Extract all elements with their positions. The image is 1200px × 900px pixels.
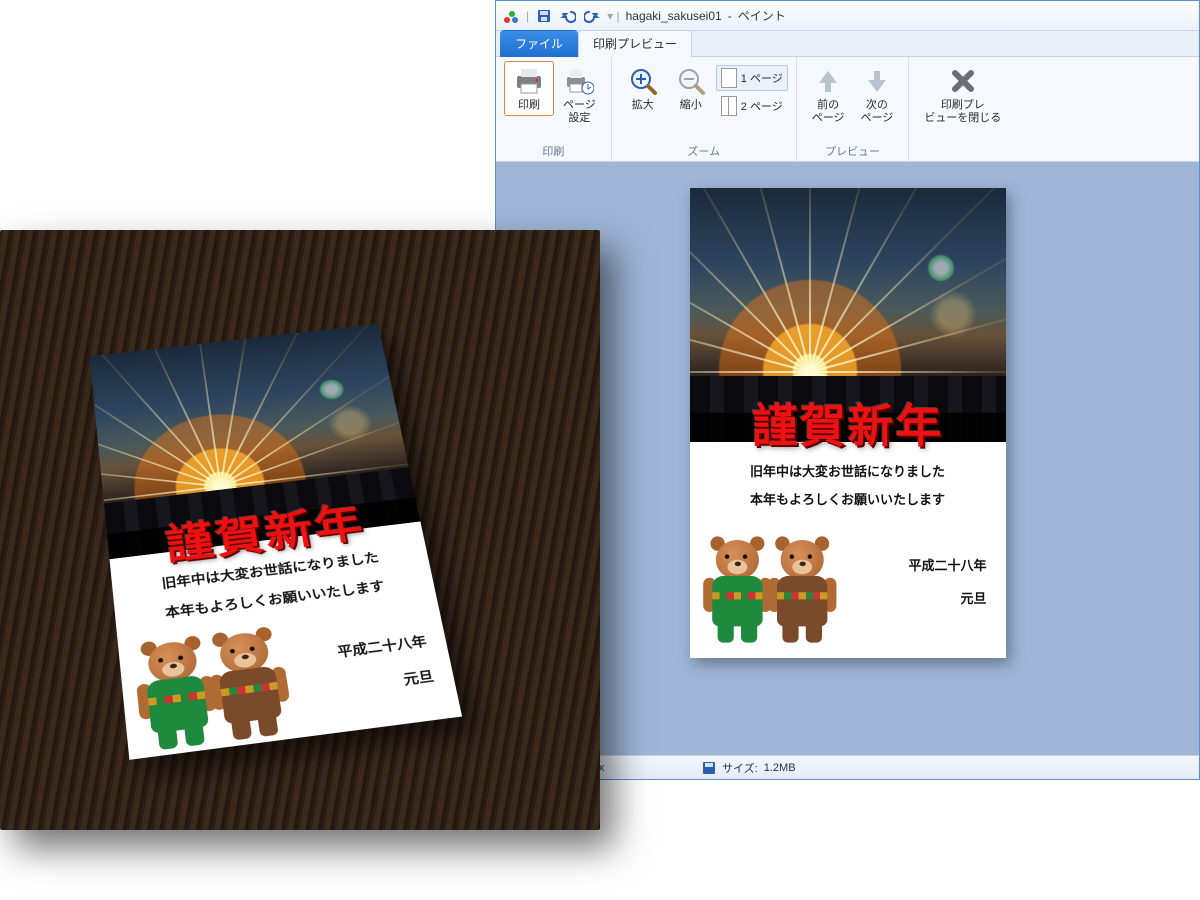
card-message-2: 本年もよろしくお願いいたします — [690, 489, 1006, 508]
next-page-button[interactable]: 次の ページ — [854, 61, 901, 129]
ribbon-group-zoom: 拡大 縮小 1 ページ 2 ページ — [612, 57, 797, 161]
card-message-1: 旧年中は大変お世話になりました — [690, 461, 1006, 480]
preview-area[interactable]: 謹賀新年 旧年中は大変お世話になりました 本年もよろしくお願いいたします 平成二… — [496, 162, 1199, 755]
prev-page-label: 前の ページ — [812, 99, 845, 125]
title-doc: hagaki_sakusei01 — [626, 9, 722, 23]
lens-flare — [325, 403, 376, 444]
printer-icon — [513, 65, 545, 97]
save-icon — [702, 761, 716, 775]
tabstrip: ファイル 印刷プレビュー — [496, 31, 1199, 57]
next-page-label: 次の ページ — [861, 99, 894, 125]
close-preview-button[interactable]: 印刷プレ ビューを閉じる — [917, 61, 1008, 129]
ribbon-group-close: 印刷プレ ビューを閉じる — [909, 57, 1016, 161]
lens-flare — [929, 290, 977, 338]
bear-brown — [770, 540, 835, 639]
card-date-line1: 平成二十八年 — [336, 631, 428, 661]
printed-photo: 謹賀新年 旧年中は大変お世話になりました 本年もよろしくお願いいたします 平成二… — [0, 230, 600, 830]
tab-file[interactable]: ファイル — [500, 30, 578, 57]
qat-save-icon[interactable] — [535, 7, 553, 25]
sun-rays — [220, 486, 221, 487]
ribbon: 印刷 ページ 設定 印刷 拡大 — [496, 57, 1199, 162]
card-date-line2: 元旦 — [402, 666, 436, 689]
qat-redo-icon[interactable] — [583, 7, 601, 25]
titlebar: | ▾ | hagaki_sakusei01 - ペイント — [496, 1, 1199, 31]
sun-rays — [810, 371, 811, 372]
card-headline: 謹賀新年 — [690, 390, 1006, 456]
qat-undo-icon[interactable] — [559, 7, 577, 25]
paint-window: | ▾ | hagaki_sakusei01 - ペイント ファイル 印刷プレビ… — [495, 0, 1200, 780]
arrow-up-icon — [812, 65, 844, 97]
page-setup-button[interactable]: ページ 設定 — [556, 61, 603, 129]
one-page-option[interactable]: 1 ページ — [716, 65, 788, 91]
card-content-preview: 謹賀新年 旧年中は大変お世話になりました 本年もよろしくお願いいたします 平成二… — [690, 188, 1006, 658]
group-label-preview: プレビュー — [825, 141, 880, 159]
group-label-print: 印刷 — [542, 141, 564, 159]
preview-page: 謹賀新年 旧年中は大変お世話になりました 本年もよろしくお願いいたします 平成二… — [690, 188, 1006, 658]
two-page-option[interactable]: 2 ページ — [716, 93, 788, 119]
statusbar: 1181 × 1748px サイズ: 1.2MB — [496, 755, 1199, 779]
page-setup-icon — [563, 65, 595, 97]
bear-brown — [206, 629, 293, 739]
print-button[interactable]: 印刷 — [504, 61, 554, 116]
zoom-in-icon — [627, 65, 659, 97]
title-app: ペイント — [738, 7, 786, 24]
prev-page-button[interactable]: 前の ページ — [805, 61, 852, 129]
group-label-zoom: ズーム — [687, 141, 720, 159]
two-page-icon — [721, 96, 737, 116]
teddy-bears — [135, 629, 293, 748]
page-setup-label: ページ 設定 — [563, 99, 596, 125]
zoom-in-label: 拡大 — [632, 99, 654, 112]
one-page-icon — [721, 68, 737, 88]
page-count-options: 1 ページ 2 ページ — [716, 61, 788, 119]
card-date-line1: 平成二十八年 — [909, 555, 987, 574]
status-filesize: サイズ: 1.2MB — [702, 760, 862, 776]
zoom-out-icon — [675, 65, 707, 97]
lens-flare — [317, 378, 346, 402]
bear-green — [135, 638, 220, 748]
zoom-out-button[interactable]: 縮小 — [668, 61, 714, 116]
ribbon-group-print: 印刷 ページ 設定 印刷 — [496, 57, 612, 161]
arrow-down-icon — [861, 65, 893, 97]
teddy-bears — [705, 540, 835, 639]
print-label: 印刷 — [518, 99, 540, 112]
close-preview-label: 印刷プレ ビューを閉じる — [924, 99, 1001, 125]
ribbon-group-preview: 前の ページ 次の ページ プレビュー — [797, 57, 910, 161]
lens-flare — [927, 254, 955, 282]
zoom-out-label: 縮小 — [680, 99, 702, 112]
close-icon — [947, 65, 979, 97]
zoom-in-button[interactable]: 拡大 — [620, 61, 666, 116]
tab-print-preview[interactable]: 印刷プレビュー — [578, 30, 692, 57]
app-icon — [502, 7, 520, 25]
bear-green — [705, 540, 770, 639]
card-date-line2: 元旦 — [961, 588, 987, 607]
